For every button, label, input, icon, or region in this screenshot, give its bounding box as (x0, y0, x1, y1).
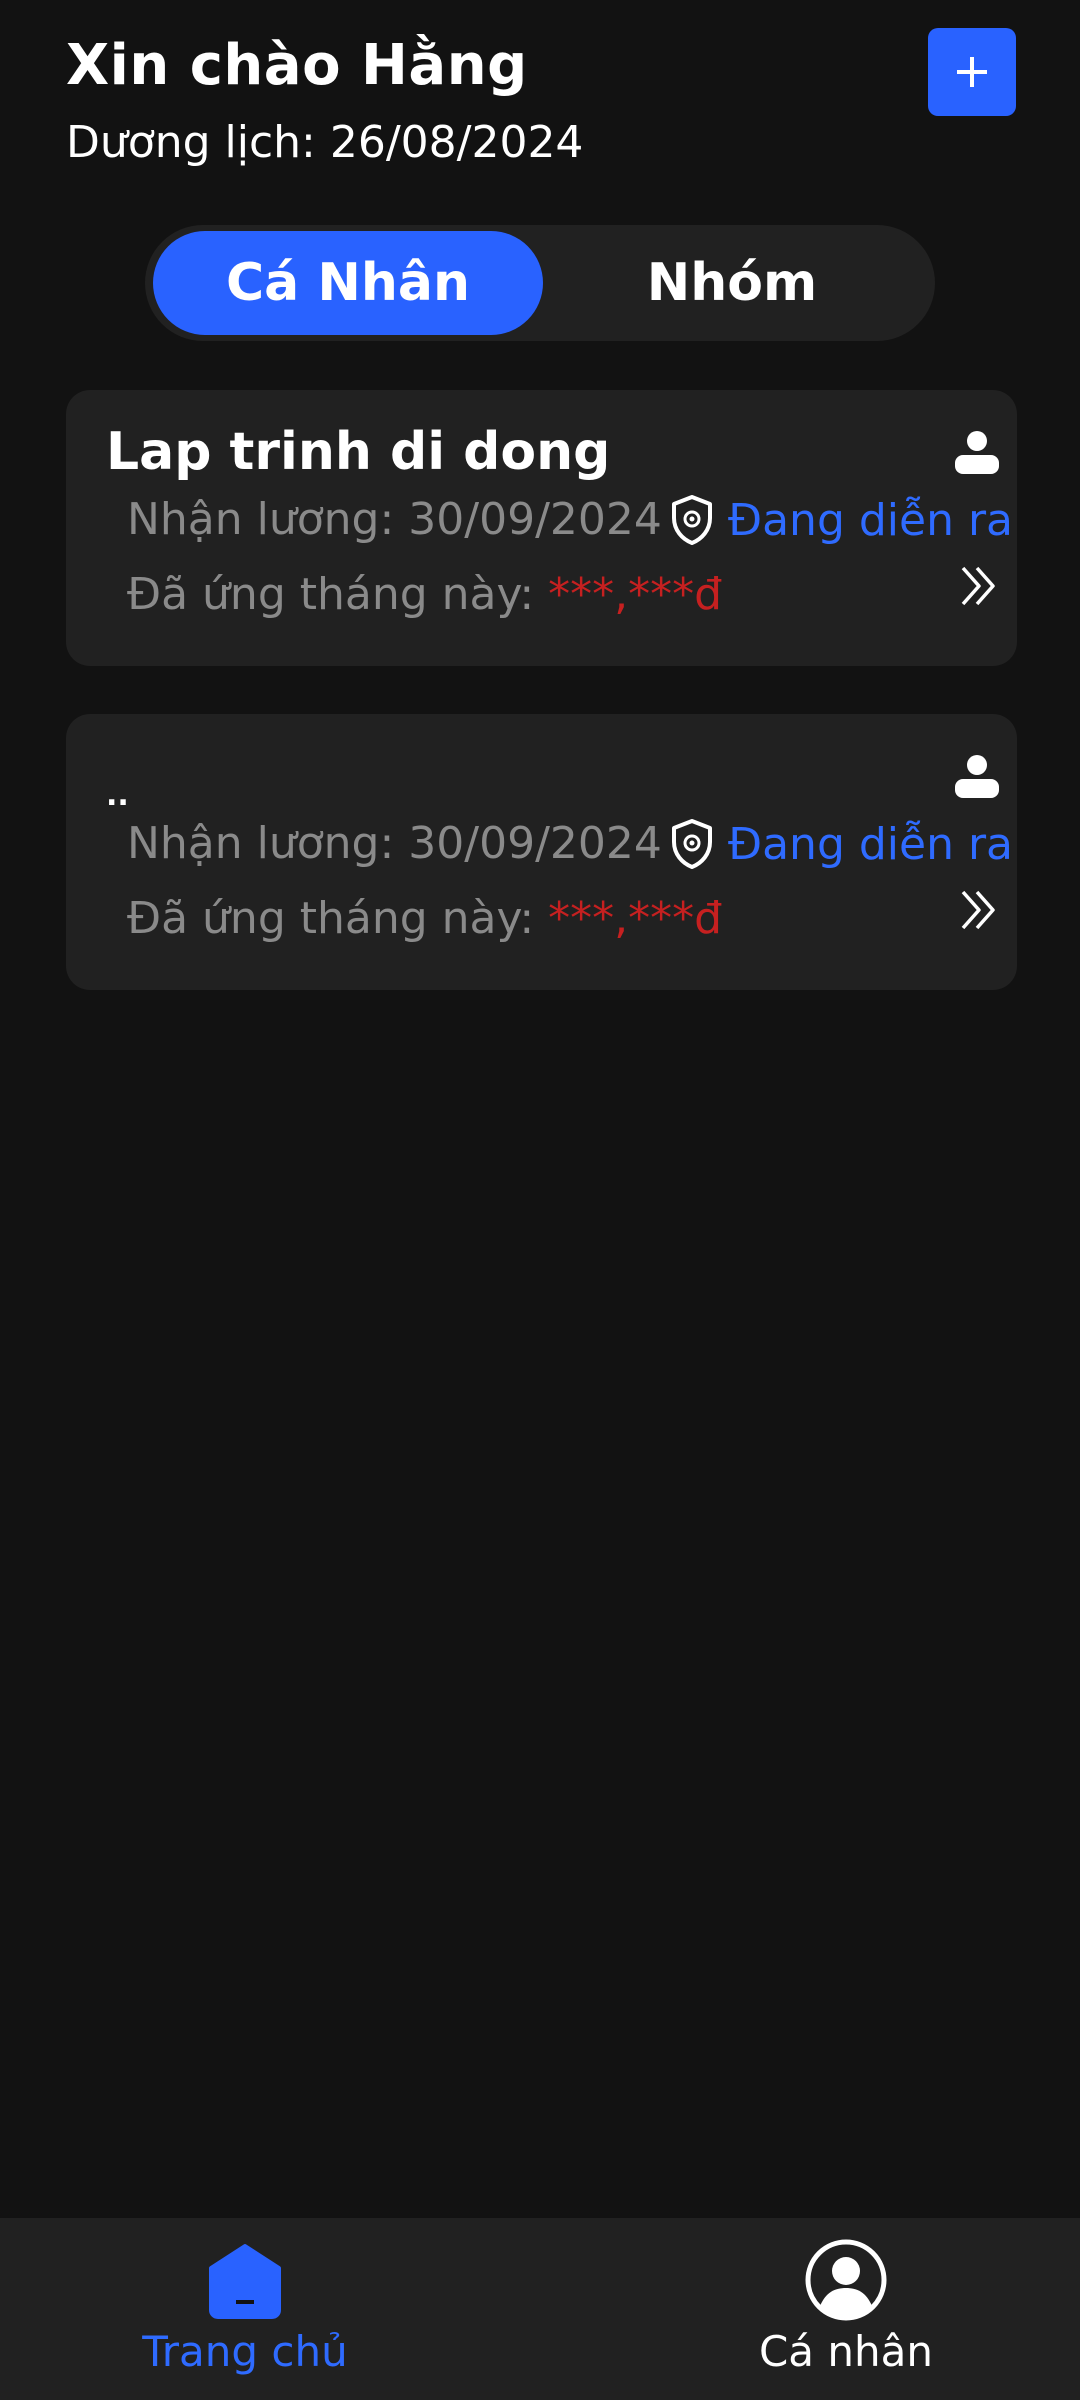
shield-gear-icon (672, 495, 712, 545)
person-icon (955, 431, 999, 474)
status-group: Đang diễn ra (670, 490, 1013, 550)
plus-icon (957, 57, 987, 87)
tab-switcher: Cá Nhân Nhóm (145, 225, 935, 341)
nav-label-home: Trang chủ (142, 2327, 348, 2376)
advance-label: Đã ứng tháng này: (127, 893, 549, 944)
greeting-title: Xin chào Hằng (66, 33, 528, 98)
salary-date: Nhận lương: 30/09/2024 (127, 494, 662, 545)
advance-amount: ***,***đ (548, 893, 723, 944)
tab-personal[interactable]: Cá Nhân (153, 231, 543, 335)
solar-date: Dương lịch: 26/08/2024 (66, 117, 584, 168)
header: Xin chào Hằng Dương lịch: 26/08/2024 (66, 24, 1016, 178)
user-circle-icon (805, 2239, 887, 2321)
status-badge: Đang diễn ra (728, 494, 1014, 546)
add-button[interactable] (928, 28, 1016, 116)
card-title: Lap trinh di dong (106, 422, 611, 482)
card-title: .. (106, 778, 129, 813)
double-chevron-right-icon (961, 890, 995, 930)
status-group: Đang diễn ra (670, 814, 1013, 874)
advance-amount: ***,***đ (548, 569, 723, 620)
advance-row: Đã ứng tháng này: ***,***đ (127, 565, 722, 625)
advance-row: Đã ứng tháng này: ***,***đ (127, 889, 722, 949)
tab-group[interactable]: Nhóm (537, 231, 927, 335)
advance-label: Đã ứng tháng này: (127, 569, 549, 620)
nav-label-profile: Cá nhân (758, 2327, 933, 2376)
salary-date: Nhận lương: 30/09/2024 (127, 818, 662, 869)
status-badge: Đang diễn ra (728, 818, 1014, 870)
person-icon (955, 755, 999, 798)
salary-card[interactable]: Lap trinh di dong Nhận lương: 30/09/2024… (66, 390, 1017, 666)
nav-item-home[interactable]: Trang chủ (95, 2238, 395, 2388)
shield-gear-icon (672, 819, 712, 869)
home-icon (209, 2244, 281, 2319)
bottom-navigation: Trang chủ Cá nhân (0, 2218, 1080, 2400)
nav-item-profile[interactable]: Cá nhân (696, 2238, 996, 2388)
salary-card[interactable]: .. Nhận lương: 30/09/2024 Đang diễn ra Đ… (66, 714, 1017, 990)
double-chevron-right-icon (961, 566, 995, 606)
